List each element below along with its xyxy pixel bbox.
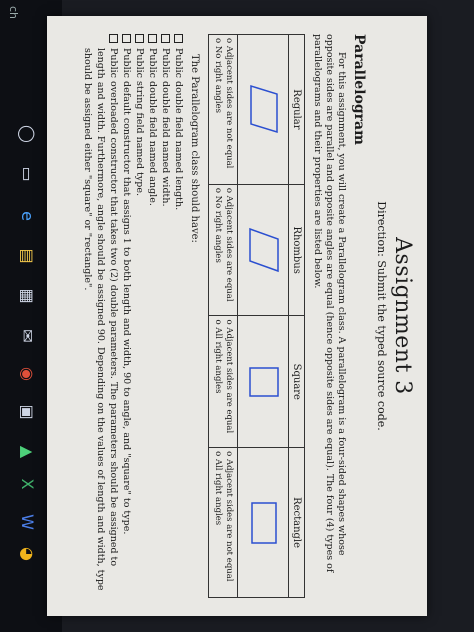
checkbox-bullet (174, 34, 183, 43)
task-view-icon[interactable]: ▭ (14, 160, 42, 188)
shape-cell (237, 315, 289, 448)
requirement-item: Public default constructor that assigns … (120, 34, 133, 598)
properties-cell: o Adjacent sides are not equal o No righ… (208, 34, 238, 185)
properties-cell: o Adjacent sides are not equal o All rig… (208, 447, 238, 598)
file-explorer-icon[interactable]: ▤ (14, 242, 42, 270)
table-shape-row (237, 34, 289, 598)
checkbox-bullet (135, 34, 144, 43)
word-icon[interactable]: W (14, 508, 42, 536)
properties-cell: o Adjacent sides are equal o No right an… (208, 184, 238, 316)
table-header: Rhombus (288, 184, 305, 316)
property-item: o Adjacent sides are not equal (224, 451, 234, 582)
rhombus-shape (249, 228, 280, 273)
requirement-item: Public double field named length. (172, 34, 185, 598)
property-item: o All right angles (213, 451, 223, 526)
photo-icon[interactable]: ▲ (14, 438, 42, 466)
chrome-icon[interactable]: ◕ (14, 540, 42, 568)
property-item: o All right angles (213, 319, 223, 394)
page-title: Assignment 3 (390, 237, 415, 395)
camera-icon[interactable]: ◉ (14, 360, 42, 388)
property-item: o Adjacent sides are equal (224, 187, 234, 302)
requirement-text: Public default constructor that assigns … (121, 48, 132, 535)
taskbar-search-text[interactable]: ch (0, 6, 20, 26)
property-item: o Adjacent sides are not equal (224, 38, 234, 169)
property-item: o Adjacent sides are equal (224, 319, 234, 434)
checkbox-bullet (109, 34, 118, 43)
direction-text: Direction: Submit the typed source code. (375, 201, 388, 431)
intro-paragraph: For this assignment, you will create a P… (312, 34, 347, 573)
search-icon[interactable]: ◯ (14, 120, 42, 148)
table-properties-row: o Adjacent sides are not equal o No righ… (208, 34, 238, 598)
checkbox-bullet (148, 34, 157, 43)
parallelogram-types-table: Regular Rhombus Square Rectangle o Adjac… (208, 34, 305, 598)
property-item: o No right angles (213, 187, 223, 263)
table-header: Rectangle (288, 447, 305, 598)
requirement-item: Public double field named angle. (146, 34, 159, 598)
section-heading: Parallelogram (351, 34, 367, 145)
requirement-item: Public string field named type. (133, 34, 146, 598)
requirement-text: Public double field named length. (173, 48, 184, 211)
shape-cell (237, 447, 289, 598)
edge-icon[interactable]: e (14, 202, 42, 230)
table-header-row: Regular Rhombus Square Rectangle (288, 34, 305, 598)
checkbox-bullet (161, 34, 170, 43)
table-header: Regular (288, 34, 305, 185)
square-shape (249, 367, 280, 397)
shape-cell (237, 184, 289, 316)
excel-icon[interactable]: X (14, 470, 42, 498)
requirement-item: Public overloaded constructor that takes… (81, 34, 120, 598)
properties-cell: o Adjacent sides are equal o All right a… (208, 315, 238, 448)
rectangle-shape (251, 501, 278, 544)
assignment-page: Assignment 3 Direction: Submit the typed… (47, 16, 427, 616)
shape-cell (237, 34, 289, 185)
requirement-text: Public string field named type. (134, 48, 145, 197)
property-item: o No right angles (213, 38, 223, 113)
photo-stage: ch ◯ ▭ e ▤ ▦ ✉ ◉ ▣ ▲ X W ◕ Assignment 3 … (0, 0, 474, 632)
requirement-text: Public double field named width. (160, 48, 171, 207)
requirement-item: Public double field named width. (159, 34, 172, 598)
table-header: Square (288, 315, 305, 448)
checkbox-bullet (122, 34, 131, 43)
game-icon[interactable]: ▣ (14, 398, 42, 426)
requirement-text: Public double field named angle. (147, 48, 158, 206)
regular-parallelogram-shape (250, 85, 279, 134)
class-requirements-intro: The Parallelogram class should have: (189, 54, 200, 243)
mail-icon[interactable]: ✉ (14, 322, 42, 350)
store-icon[interactable]: ▦ (14, 282, 42, 310)
requirement-text: Public overloaded constructor that takes… (82, 48, 119, 591)
